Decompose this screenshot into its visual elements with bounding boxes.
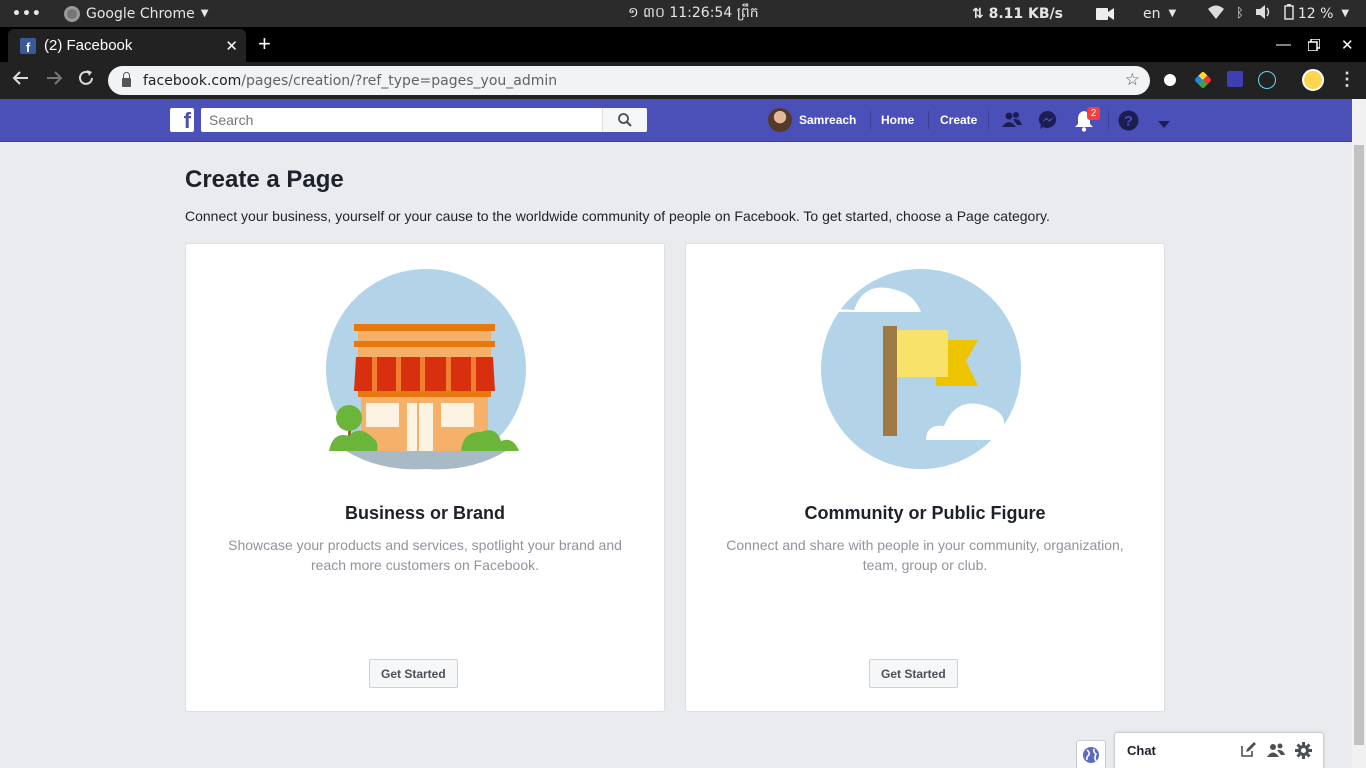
- chevron-down-icon: ▼: [1168, 8, 1177, 19]
- os-top-bar: ••• Google Chrome ▼ ១ ៣០ 11:26:54 ព្រឹក …: [0, 0, 1366, 27]
- messenger-icon[interactable]: [1038, 110, 1058, 135]
- business-brand-card[interactable]: Business or Brand Showcase your products…: [185, 243, 665, 712]
- activities-menu[interactable]: •••: [12, 0, 42, 27]
- page-subtitle: Connect your business, yourself or your …: [185, 208, 1050, 224]
- divider: [1108, 111, 1109, 129]
- wifi-icon: [1208, 5, 1224, 23]
- extension-square-icon[interactable]: [1227, 71, 1243, 87]
- extension-owl-icon[interactable]: [1161, 71, 1179, 89]
- camera-icon[interactable]: [1096, 0, 1114, 27]
- user-name: Samreach: [799, 113, 857, 127]
- browser-toolbar: facebook.com/pages/creation/?ref_type=pa…: [0, 62, 1366, 99]
- get-started-button[interactable]: Get Started: [869, 659, 958, 688]
- search-icon: [618, 113, 632, 127]
- facebook-logo-icon[interactable]: f: [170, 108, 194, 132]
- gear-icon[interactable]: [1295, 742, 1312, 764]
- chat-label: Chat: [1127, 743, 1156, 758]
- maximize-button[interactable]: [1308, 27, 1320, 62]
- storefront-illustration-icon: [326, 269, 526, 470]
- flag-illustration-icon: [821, 269, 1030, 469]
- extension-color-icon[interactable]: [1194, 71, 1212, 89]
- tab-facebook[interactable]: f (2) Facebook ✕: [8, 29, 246, 62]
- friend-requests-icon[interactable]: [1002, 110, 1022, 135]
- react-devtools-icon[interactable]: [1258, 71, 1276, 89]
- battery-icon: [1284, 3, 1294, 24]
- get-started-button[interactable]: Get Started: [369, 659, 458, 688]
- community-figure-card[interactable]: Community or Public Figure Connect and s…: [685, 243, 1165, 712]
- facebook-favicon-icon: f: [20, 37, 36, 54]
- url-domain: facebook.com: [143, 72, 242, 89]
- bluetooth-icon: ᛒ: [1236, 6, 1244, 21]
- system-tray[interactable]: ᛒ 12 % ▼: [1208, 0, 1349, 27]
- divider: [928, 111, 929, 129]
- page-title: Create a Page: [185, 166, 344, 193]
- search-button[interactable]: [602, 108, 647, 132]
- battery-level: 12 %: [1297, 5, 1334, 22]
- minimize-button[interactable]: —: [1276, 27, 1291, 62]
- forward-arrow-icon[interactable]: [45, 69, 63, 92]
- reload-icon[interactable]: [77, 69, 95, 92]
- avatar: [768, 108, 792, 132]
- close-tab-icon[interactable]: ✕: [225, 37, 238, 55]
- card-description: Connect and share with people in your co…: [726, 537, 1124, 573]
- chevron-down-icon: ▼: [1341, 8, 1350, 19]
- address-bar[interactable]: facebook.com/pages/creation/?ref_type=pa…: [108, 66, 1150, 95]
- help-icon[interactable]: ?: [1118, 110, 1139, 136]
- globe-icon: [1083, 746, 1099, 763]
- divider: [988, 111, 989, 129]
- network-speed: ⇅ 8.11 KB/s: [972, 5, 1063, 22]
- lock-icon[interactable]: [122, 72, 131, 87]
- bookmark-star-icon[interactable]: ☆: [1125, 70, 1140, 90]
- language-label: en: [1143, 5, 1161, 22]
- url-path: /pages/creation/?ref_type=pages_you_admi…: [241, 72, 558, 89]
- account-menu-chevron-icon[interactable]: [1158, 116, 1170, 134]
- app-menu[interactable]: Google Chrome ▼: [64, 0, 208, 27]
- create-group-icon[interactable]: [1267, 742, 1285, 763]
- divider: [870, 111, 871, 129]
- search-input[interactable]: [201, 108, 647, 132]
- clock[interactable]: ១ ៣០ 11:26:54 ព្រឹក: [628, 0, 759, 27]
- card-title: Community or Public Figure: [804, 503, 1046, 523]
- create-link[interactable]: Create: [940, 113, 977, 127]
- language-indicator[interactable]: en ▼: [1143, 0, 1176, 27]
- notification-badge: 2: [1087, 107, 1100, 120]
- chevron-down-icon: ▼: [200, 8, 209, 19]
- back-arrow-icon[interactable]: [12, 69, 30, 92]
- close-window-button[interactable]: ✕: [1341, 27, 1354, 62]
- new-tab-button[interactable]: +: [258, 33, 271, 55]
- card-description: Showcase your products and services, spo…: [228, 537, 622, 573]
- profile-avatar-icon[interactable]: [1302, 69, 1324, 91]
- app-name: Google Chrome: [86, 5, 195, 22]
- card-title: Business or Brand: [344, 503, 506, 523]
- chrome-menu-icon[interactable]: ⋮: [1338, 69, 1356, 90]
- compose-icon[interactable]: [1240, 742, 1256, 763]
- tab-title: (2) Facebook: [44, 37, 133, 54]
- tab-strip: f (2) Facebook ✕: [0, 27, 1366, 62]
- profile-link[interactable]: Samreach: [768, 108, 856, 132]
- volume-icon: [1255, 4, 1272, 23]
- facebook-header: f Samreach Home Create ?: [0, 99, 1352, 142]
- chrome-icon: [64, 5, 80, 22]
- chat-bar[interactable]: Chat: [1114, 732, 1324, 768]
- scrollbar-thumb[interactable]: [1354, 145, 1364, 745]
- svg-text:?: ?: [1124, 113, 1133, 129]
- home-link[interactable]: Home: [881, 113, 914, 127]
- globe-button[interactable]: [1076, 740, 1106, 768]
